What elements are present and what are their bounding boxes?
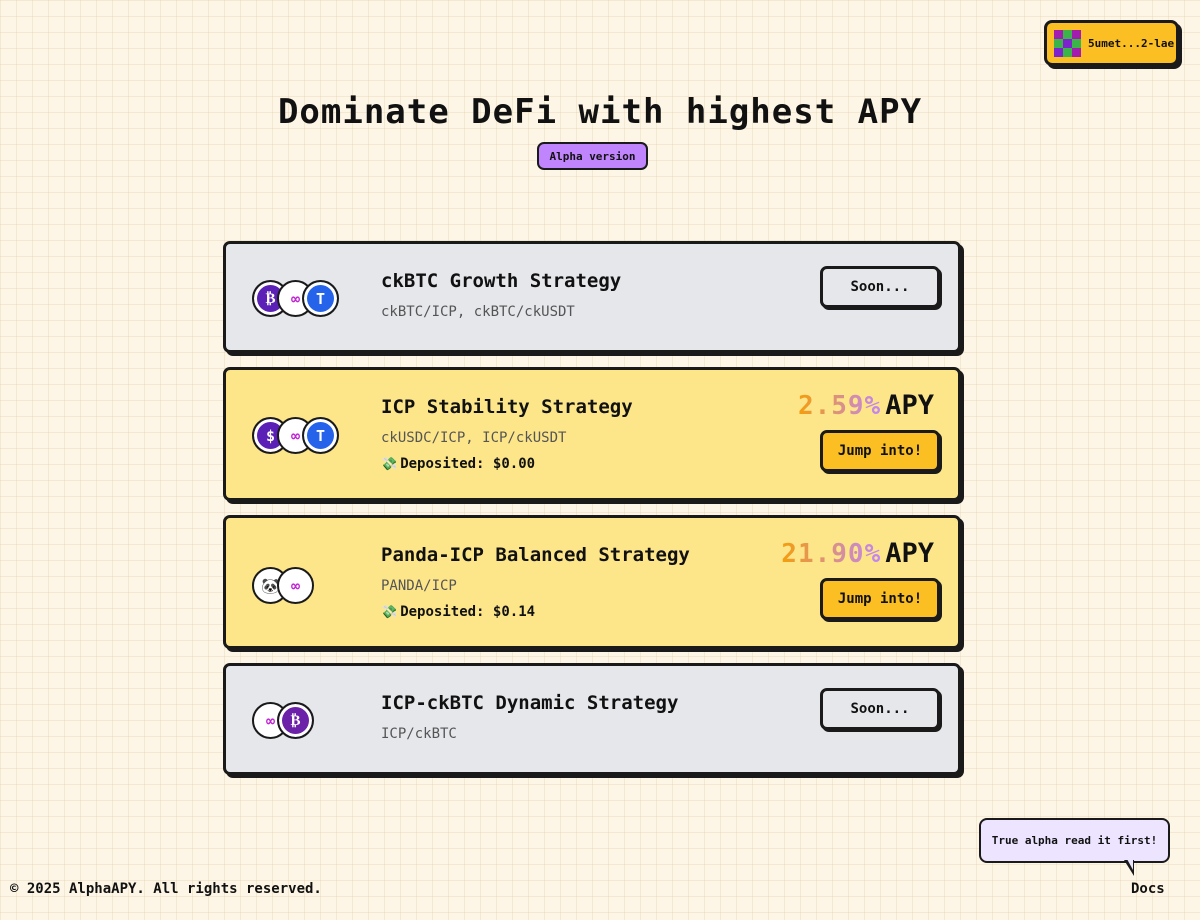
alpha-version-badge: Alpha version	[537, 142, 648, 170]
wallet-button[interactable]: 5umet...2-lae	[1044, 20, 1179, 66]
jump-into-button[interactable]: Jump into!	[820, 430, 940, 472]
soon-button[interactable]: Soon...	[820, 688, 940, 730]
strategy-name: ICP Stability Strategy	[381, 396, 633, 418]
apy-value: 2.59%	[797, 391, 882, 421]
apy-value: 21.90%	[781, 539, 882, 569]
apy-display: 21.90% APY	[781, 538, 934, 569]
icp-icon: ∞	[277, 567, 314, 604]
apy-display: 2.59% APY	[798, 390, 934, 421]
apy-label: APY	[885, 538, 934, 569]
wallet-address: 5umet...2-lae	[1088, 36, 1175, 50]
page-title: Dominate DeFi with highest APY	[277, 92, 923, 132]
money-icon: 💸	[381, 604, 398, 620]
strategy-pairs: ICP/ckBTC	[381, 726, 457, 742]
deposited-amount: 💸 Deposited: $0.14	[381, 604, 535, 620]
ckbtc-icon: ₿	[277, 702, 314, 739]
token-icons: ∞ ₿	[252, 702, 314, 739]
pixel-avatar-icon	[1054, 29, 1081, 57]
jump-into-button[interactable]: Jump into!	[820, 578, 940, 620]
strategy-card-panda-icp: 🐼 ∞ Panda-ICP Balanced Strategy PANDA/IC…	[223, 515, 961, 649]
ckusdt-icon: T	[302, 417, 339, 454]
deposited-label: Deposited: $0.14	[400, 604, 536, 620]
strategy-card-icp-ckbtc: ∞ ₿ ICP-ckBTC Dynamic Strategy ICP/ckBTC…	[223, 663, 961, 775]
deposited-amount: 💸 Deposited: $0.00	[381, 456, 535, 472]
token-icons: 🐼 ∞	[252, 567, 314, 604]
money-icon: 💸	[381, 456, 398, 472]
strategy-pairs: PANDA/ICP	[381, 578, 457, 594]
strategy-card-icp-stability: $ ∞ T ICP Stability Strategy ckUSDC/ICP,…	[223, 367, 961, 501]
strategy-name: ckBTC Growth Strategy	[381, 270, 622, 292]
copyright-text: © 2025 AlphaAPY. All rights reserved.	[10, 881, 322, 897]
token-icons: $ ∞ T	[252, 417, 339, 454]
token-icons: ₿ ∞ T	[252, 280, 339, 317]
speech-bubble[interactable]: True alpha read it first!	[979, 818, 1170, 863]
strategy-name: Panda-ICP Balanced Strategy	[381, 544, 690, 566]
docs-link[interactable]: Docs	[1131, 881, 1165, 897]
strategy-pairs: ckBTC/ICP, ckBTC/ckUSDT	[381, 304, 575, 320]
speech-bubble-tail	[1124, 859, 1134, 876]
strategy-card-ckbtc-growth: ₿ ∞ T ckBTC Growth Strategy ckBTC/ICP, c…	[223, 241, 961, 353]
strategy-pairs: ckUSDC/ICP, ICP/ckUSDT	[381, 430, 567, 446]
soon-button[interactable]: Soon...	[820, 266, 940, 308]
ckusdt-icon: T	[302, 280, 339, 317]
apy-label: APY	[885, 390, 934, 421]
deposited-label: Deposited: $0.00	[400, 456, 536, 472]
strategy-name: ICP-ckBTC Dynamic Strategy	[381, 692, 679, 714]
